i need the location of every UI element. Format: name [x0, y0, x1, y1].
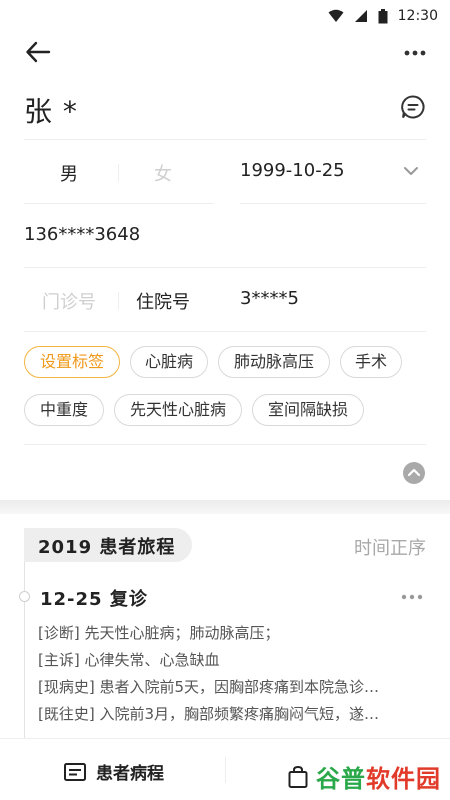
- visit-chief-complaint: [主诉] 心律失常、心急缺血: [38, 651, 220, 669]
- divider: [225, 757, 226, 783]
- journey-header: 2019 患者旅程: [24, 528, 192, 562]
- bottom-bar: 患者病程 谷普软件园: [0, 738, 450, 800]
- tag-chip[interactable]: 中重度: [24, 394, 104, 426]
- visit-title[interactable]: 12-25 复诊: [40, 585, 148, 611]
- birth-date-value: 1999-10-25: [240, 160, 345, 181]
- gender-female-option[interactable]: 女: [154, 160, 172, 186]
- gender-selector: 男 女: [24, 140, 214, 204]
- record-number-row: 门诊号 住院号 3****5: [24, 268, 426, 332]
- section-divider: [0, 500, 450, 514]
- inpatient-number-option[interactable]: 住院号: [136, 288, 190, 314]
- watermark-area: 谷普软件园: [288, 759, 441, 794]
- watermark-logo: 谷普软件园: [316, 765, 441, 793]
- back-arrow-icon[interactable]: [24, 38, 52, 66]
- divider: [118, 292, 119, 310]
- phone-field[interactable]: 136****3648: [24, 204, 426, 268]
- document-icon: [64, 762, 86, 781]
- top-bar: [0, 34, 450, 70]
- status-bar: 12:30: [0, 0, 450, 34]
- visit-diagnosis: [诊断] 先天性心脏病；肺动脉高压；: [38, 624, 280, 642]
- chevron-down-icon: [404, 167, 418, 175]
- tag-chip[interactable]: 先天性心脏病: [114, 394, 242, 426]
- tag-chip[interactable]: 心脏病: [130, 346, 208, 378]
- outpatient-number-option[interactable]: 门诊号: [42, 288, 96, 314]
- status-time: 12:30: [397, 8, 438, 24]
- set-tags-button[interactable]: 设置标签: [24, 346, 120, 378]
- patient-name-row: 张 *: [24, 84, 426, 140]
- more-icon[interactable]: [402, 40, 428, 66]
- birth-date-field[interactable]: 1999-10-25: [240, 140, 426, 204]
- phone-value: 136****3648: [24, 224, 141, 245]
- visit-present-illness: [现病史] 患者入院前5天，因胸部疼痛到本院急诊…: [38, 678, 380, 696]
- gender-dob-row: 男 女 1999-10-25: [24, 140, 426, 204]
- wifi-icon: [328, 9, 344, 22]
- timeline-dot: [19, 591, 30, 602]
- gender-male-option[interactable]: 男: [60, 160, 78, 186]
- collapse-up-icon[interactable]: [402, 461, 426, 485]
- signal-icon: [354, 10, 367, 22]
- tag-chip[interactable]: 室间隔缺损: [252, 394, 364, 426]
- collapse-row: [24, 444, 426, 500]
- journey-title: 2019 患者旅程: [38, 537, 176, 558]
- patient-records-button[interactable]: 患者病程: [64, 759, 164, 784]
- patient-name: 张 *: [24, 95, 78, 128]
- patient-records-label: 患者病程: [96, 764, 164, 784]
- record-number-value[interactable]: 3****5: [240, 288, 299, 309]
- visit-past-history: [既往史] 入院前3月，胸部频繁疼痛胸闷气短，遂…: [38, 705, 380, 723]
- bag-icon: [288, 765, 308, 788]
- more-icon[interactable]: [400, 590, 424, 604]
- chat-icon[interactable]: [400, 94, 426, 120]
- battery-icon: [378, 8, 388, 23]
- divider: [118, 164, 119, 182]
- tag-chip[interactable]: 肺动脉高压: [218, 346, 330, 378]
- sort-order-toggle[interactable]: 时间正序: [354, 534, 426, 560]
- tag-chip[interactable]: 手术: [340, 346, 402, 378]
